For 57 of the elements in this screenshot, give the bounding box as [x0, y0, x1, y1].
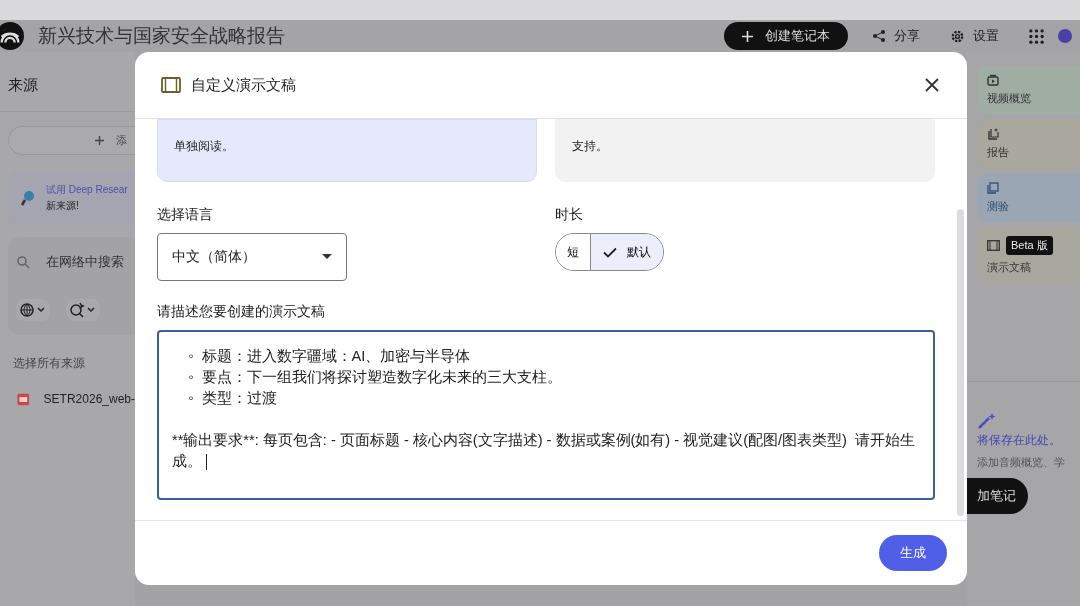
- scrollbar[interactable]: [957, 209, 964, 516]
- source-name[interactable]: SETR2026_web-: [43, 392, 135, 406]
- generate-button[interactable]: 生成: [879, 535, 947, 571]
- field-label: 选择语言: [157, 206, 214, 224]
- plus-icon: [95, 136, 104, 145]
- studio-tool-card[interactable]: 视频概览: [977, 66, 1080, 114]
- create-notebook-button[interactable]: 创建笔记本: [724, 22, 848, 50]
- pdf-icon: [17, 392, 30, 406]
- field-label: 请描述您要创建的演示文稿: [157, 303, 326, 321]
- settings-icon: [950, 28, 965, 44]
- dropdown-arrow-icon: [322, 254, 332, 260]
- search-icon: [16, 255, 30, 269]
- studio-tool-card[interactable]: 报告: [977, 120, 1080, 168]
- format-option-card[interactable]: 支持。: [555, 119, 935, 182]
- promo-title: 试用 Deep Resear: [46, 183, 128, 197]
- close-icon[interactable]: [925, 78, 939, 92]
- dialog-title: 自定义演示文稿: [191, 75, 296, 95]
- studio-tool-card[interactable]: 测验: [977, 174, 1080, 222]
- tool-label: 演示文稿: [987, 260, 1032, 275]
- plus-icon: [742, 30, 753, 42]
- beta-badge: Beta 版: [1006, 236, 1053, 255]
- notebook-title: 新兴技术与国家安全战略报告: [38, 24, 285, 48]
- video-icon: [987, 74, 999, 86]
- settings-button[interactable]: 设置: [944, 26, 1005, 46]
- sparkle-search-icon[interactable]: [66, 299, 100, 321]
- empty-state-text: 添加音频概览、学: [977, 455, 1066, 470]
- promo-subtitle: 新来源!: [46, 199, 80, 213]
- avatar-icon[interactable]: [1058, 29, 1072, 43]
- logo-icon: [0, 22, 24, 50]
- tool-label: 视频概览: [987, 91, 1032, 106]
- language-dropdown[interactable]: 中文（简体）: [157, 233, 347, 281]
- check-icon: [603, 246, 617, 258]
- search-field[interactable]: 在网络中搜索: [46, 253, 124, 271]
- deep-research-card[interactable]: 试用 Deep Resear 新来源!: [8, 171, 135, 225]
- tool-label: 测验: [987, 199, 1010, 214]
- saved-hint: 将保存在此处。: [977, 432, 1062, 449]
- globe-dropdown-icon[interactable]: [16, 299, 50, 321]
- add-source-button[interactable]: 添: [8, 126, 135, 155]
- share-icon: [872, 29, 886, 43]
- text-cursor: [206, 454, 207, 471]
- magic-wand-icon: [977, 412, 997, 430]
- prompt-field[interactable]: ◦ 标题：进入数字疆域：AI、加密与半导体 ◦ 要点：下一组我们将探讨塑造数字化未来的三大支柱。 ◦ 类型：过渡 **输出要求**: 每页包含: - 页面标题 - 核心内容(文字描述) - 数据或案例(如有) - 视觉建议(配图/图表类型) 请开始生成。: [157, 330, 935, 500]
- report-icon: [987, 128, 999, 140]
- magnifier-icon: [20, 189, 36, 207]
- length-option[interactable]: 短: [556, 234, 591, 270]
- studio-tool-card[interactable]: Beta 版 演示文稿: [977, 228, 1080, 283]
- quiz-icon: [987, 182, 999, 194]
- apps-icon[interactable]: [1029, 28, 1044, 44]
- format-option-card[interactable]: 单独阅读。: [157, 119, 537, 182]
- field-label: 时长: [555, 206, 584, 224]
- slides-icon: [161, 77, 181, 93]
- select-all-label: 选择所有来源: [12, 355, 86, 372]
- length-option[interactable]: 默认: [591, 234, 663, 270]
- share-button[interactable]: 分享: [866, 26, 926, 46]
- add-note-button[interactable]: 加笔记: [967, 478, 1028, 514]
- slides-icon: [987, 240, 1000, 251]
- tool-label: 报告: [987, 145, 1010, 160]
